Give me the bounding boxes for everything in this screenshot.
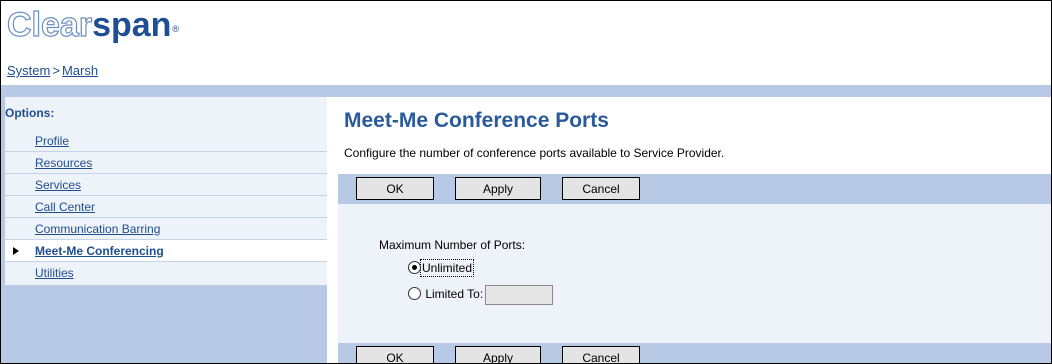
clearspan-logo: Clearspan® — [6, 5, 180, 44]
cancel-button-bottom[interactable]: Cancel — [562, 346, 640, 363]
sidebar-item-resources: Resources — [5, 152, 327, 174]
main-content: Meet-Me Conference Ports Configure the n… — [338, 97, 1051, 363]
options-list: Profile Resources Services Call Center C… — [5, 130, 327, 284]
breadcrumb: System > Marsh — [7, 63, 98, 78]
unlimited-radio[interactable] — [408, 261, 421, 274]
options-title: Options: — [5, 106, 55, 120]
sidebar-item-utilities: Utilities — [5, 262, 327, 284]
sidebar-item-profile: Profile — [5, 130, 327, 152]
breadcrumb-system-link[interactable]: System — [7, 63, 50, 78]
sidebar-item-meet-me-conferencing: Meet-Me Conferencing — [5, 240, 327, 262]
breadcrumb-marsh-link[interactable]: Marsh — [62, 63, 98, 78]
unlimited-label[interactable]: Unlimited — [419, 259, 475, 277]
limited-option: Limited To: — [408, 284, 554, 305]
sidebar-item-call-center: Call Center — [5, 196, 327, 218]
header: Clearspan® System > Marsh — [1, 1, 1051, 85]
sidebar-link-profile[interactable]: Profile — [35, 134, 69, 148]
ports-form: Maximum Number of Ports: Unlimited Limit… — [338, 204, 1051, 343]
sidebar-link-call-center[interactable]: Call Center — [35, 200, 95, 214]
limited-to-radio[interactable] — [408, 287, 421, 300]
limited-ports-input[interactable] — [485, 284, 554, 305]
sidebar: Options: Profile Resources Services Call… — [1, 97, 327, 363]
ok-button-top[interactable]: OK — [356, 177, 434, 200]
sidebar-link-resources[interactable]: Resources — [35, 156, 92, 170]
sidebar-link-services[interactable]: Services — [35, 178, 81, 192]
cancel-button-top[interactable]: Cancel — [562, 177, 640, 200]
current-item-arrow-icon — [13, 247, 19, 255]
unlimited-option: Unlimited — [408, 258, 475, 278]
sidebar-link-utilities[interactable]: Utilities — [35, 266, 74, 280]
sidebar-link-meet-me-conferencing[interactable]: Meet-Me Conferencing — [35, 244, 164, 258]
top-button-bar: OK Apply Cancel — [338, 174, 1051, 204]
page-description: Configure the number of conference ports… — [344, 146, 725, 160]
sidebar-link-communication-barring[interactable]: Communication Barring — [35, 222, 160, 236]
breadcrumb-separator: > — [52, 63, 60, 78]
page-frame: Clearspan® System > Marsh Options: Profile… — [0, 0, 1052, 364]
bottom-button-bar: OK Apply Cancel — [338, 343, 1051, 363]
apply-button-top[interactable]: Apply — [455, 177, 541, 200]
max-ports-label: Maximum Number of Ports: — [379, 238, 526, 252]
sidebar-item-communication-barring: Communication Barring — [5, 218, 327, 240]
limited-to-label[interactable]: Limited To: — [425, 287, 483, 301]
apply-button-bottom[interactable]: Apply — [455, 346, 541, 363]
sidebar-item-services: Services — [5, 174, 327, 196]
header-divider-bar — [1, 85, 1051, 97]
ok-button-bottom[interactable]: OK — [356, 346, 434, 363]
page-title: Meet-Me Conference Ports — [344, 109, 609, 132]
options-panel: Options: Profile Resources Services Call… — [5, 97, 327, 285]
